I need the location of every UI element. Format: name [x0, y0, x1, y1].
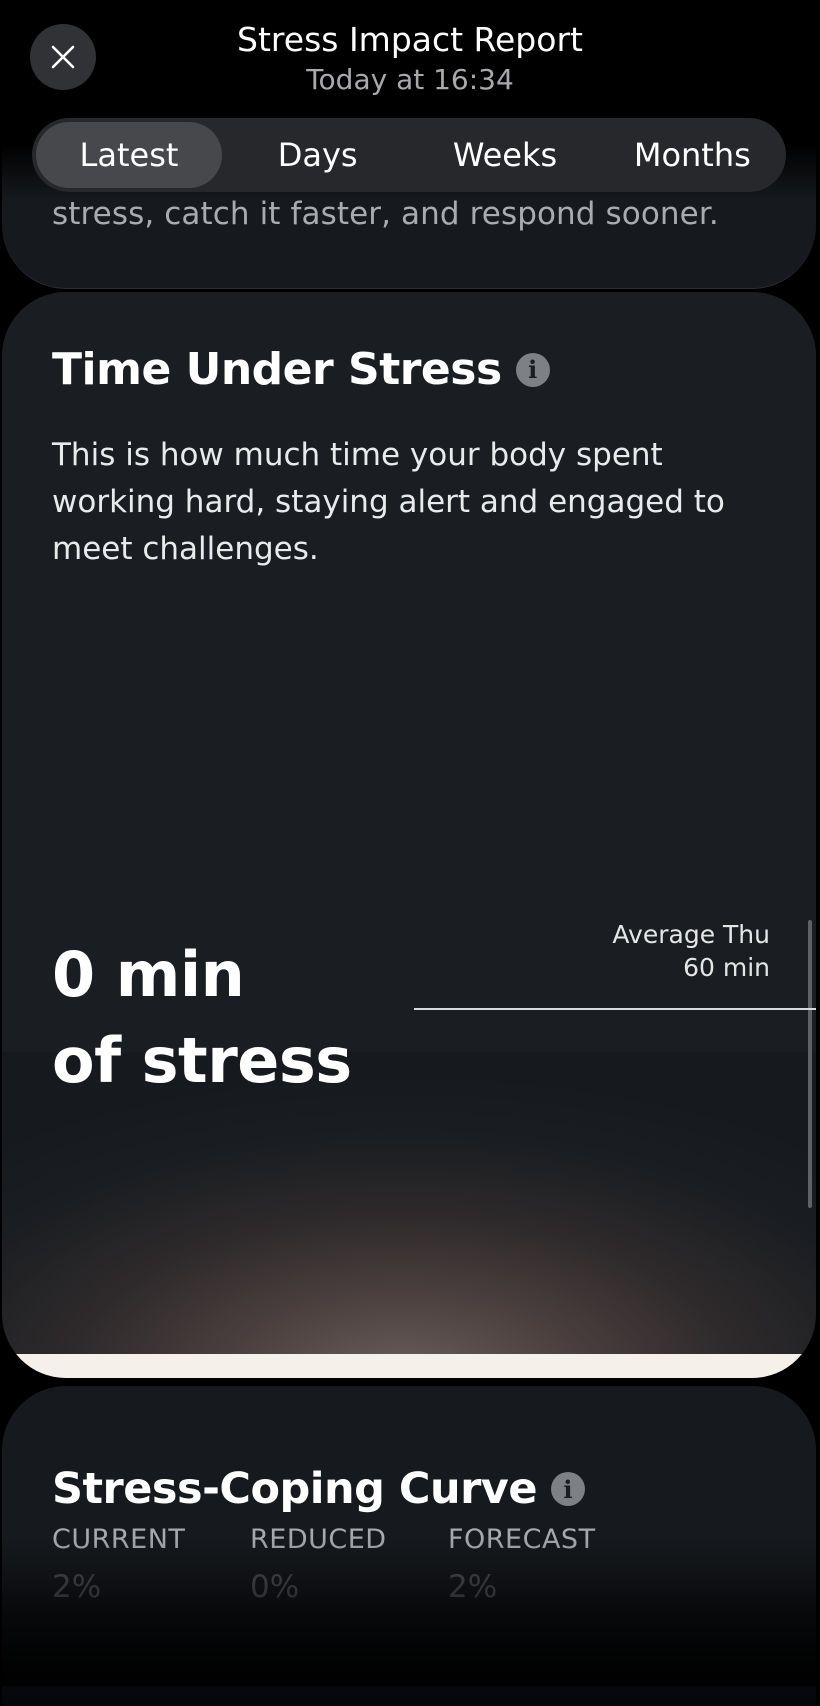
scrollbar[interactable]: [808, 920, 812, 1208]
average-marker-label: Average Thu 60 min: [612, 918, 770, 984]
header: Stress Impact Report Today at 16:34 Late…: [0, 0, 820, 200]
stress-duration-line1: 0 min: [52, 938, 245, 1011]
tab-latest[interactable]: Latest: [36, 122, 222, 188]
bottom-fade: [0, 1536, 820, 1686]
average-label: Average Thu: [612, 920, 770, 949]
average-value: 60 min: [683, 953, 770, 982]
average-marker-line: [414, 1008, 816, 1010]
info-icon[interactable]: i: [550, 1472, 585, 1506]
time-under-stress-card: Time Under Stress i This is how much tim…: [2, 292, 816, 1378]
stress-level-fill: [2, 1354, 816, 1378]
stress-duration-value: 0 min of stress: [52, 932, 352, 1104]
period-tabs: Latest Days Weeks Months: [32, 118, 786, 192]
tab-weeks[interactable]: Weeks: [413, 122, 596, 188]
tab-days[interactable]: Days: [226, 122, 409, 188]
coping-title-row: Stress-Coping Curve i: [52, 1464, 585, 1514]
card-title: Time Under Stress: [52, 344, 502, 395]
card-title-row: Time Under Stress i: [52, 344, 550, 395]
page-subtitle: Today at 16:34: [306, 63, 514, 96]
tab-months[interactable]: Months: [601, 122, 784, 188]
card-description: This is how much time your body spent wo…: [52, 437, 725, 567]
page-title: Stress Impact Report: [237, 20, 583, 59]
coping-curve-title: Stress-Coping Curve: [52, 1464, 537, 1514]
previous-card-text: stress, catch it faster, and respond soo…: [52, 196, 719, 232]
info-icon[interactable]: i: [515, 352, 550, 387]
stress-duration-line2: of stress: [52, 1024, 352, 1097]
